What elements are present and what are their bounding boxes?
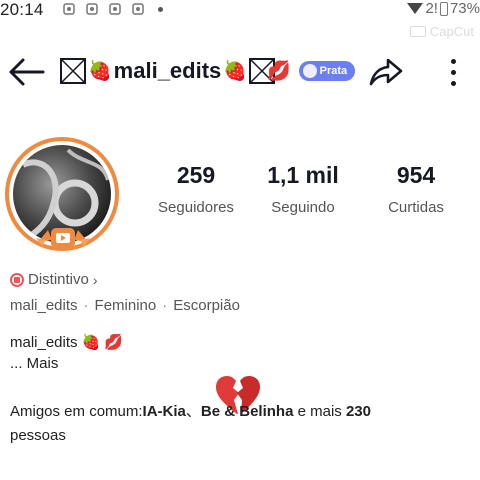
more-notifications-dot: [158, 7, 163, 12]
friend-name: Be & Belinha: [200, 403, 294, 420]
friend-separator: 、: [185, 403, 201, 420]
sticker-frame-icon: [60, 58, 86, 84]
notification-icon: [108, 3, 121, 16]
more-dot-icon: [450, 80, 456, 86]
level-badge[interactable]: Prata: [298, 61, 356, 81]
lips-icon: 💋: [266, 60, 291, 82]
notification-icon: [62, 3, 75, 16]
chevron-right-icon: ›: [92, 271, 98, 288]
bio-more-link[interactable]: ... Mais: [10, 355, 58, 372]
meta-username: mali_edits: [10, 297, 78, 314]
meta-separator: ·: [162, 297, 168, 314]
stat-value: 954: [396, 162, 436, 188]
back-arrow-icon: [9, 58, 45, 86]
meta-gender: Feminino: [94, 297, 157, 314]
share-icon: [369, 58, 403, 86]
stat-value: 259: [176, 162, 216, 188]
battery-text: 73%: [449, 0, 480, 17]
stat-label: Seguindo: [271, 199, 335, 216]
strawberry-icon: 🍓: [88, 60, 112, 82]
mutual-friends[interactable]: Amigos em comum:IA-Kia、Be & Belinha e ma…: [10, 400, 470, 448]
badge-icon: [302, 64, 317, 78]
status-bar: 20:14 2! 73%: [0, 0, 480, 22]
status-right: 2! 73%: [407, 0, 480, 17]
header-title: 🍓 mali_edits 🍓 💋 Prata: [58, 56, 356, 86]
stat-label: Seguidores: [158, 199, 234, 216]
live-badge-icon: [36, 228, 90, 248]
stat-followers[interactable]: 259 Seguidores: [146, 162, 246, 216]
capcut-logo-icon: [409, 26, 426, 37]
notification-icon: [131, 3, 144, 16]
friends-count: 230: [345, 403, 371, 420]
profile-avatar[interactable]: [4, 136, 122, 256]
watermark-text: CapCut: [429, 24, 474, 39]
notification-icons: [62, 3, 163, 16]
profile-meta: mali_edits · Feminino · Escorpião: [10, 297, 240, 314]
notification-icon: [85, 3, 98, 16]
meta-sign: Escorpião: [173, 297, 240, 314]
bio-text: mali_edits 🍓 💋: [10, 333, 124, 352]
friends-mid: e mais: [293, 403, 346, 420]
bio-emojis: 🍓 💋: [81, 334, 124, 351]
badge-label: Prata: [319, 65, 348, 77]
more-options-button[interactable]: [438, 50, 468, 94]
status-time: 20:14: [0, 0, 44, 19]
friend-name: IA-Kia: [142, 403, 186, 420]
stat-following[interactable]: 1,1 mil Seguindo: [253, 162, 353, 216]
battery-icon: [439, 1, 448, 16]
meta-separator: ·: [83, 297, 89, 314]
more-dot-icon: [450, 58, 456, 64]
distintivo-icon: [10, 272, 24, 287]
friends-prefix: Amigos em comum:: [10, 403, 143, 420]
stat-label: Curtidas: [388, 199, 444, 216]
stat-likes[interactable]: 954 Curtidas: [366, 162, 466, 216]
friends-suffix: pessoas: [10, 427, 66, 444]
strawberry-icon: 🍓: [223, 60, 247, 82]
distintivo-label: Distintivo: [28, 271, 89, 288]
wifi-icon: [407, 3, 424, 14]
profile-header: 🍓 mali_edits 🍓 💋 Prata: [0, 44, 480, 98]
capcut-watermark: CapCut: [409, 24, 474, 39]
more-dot-icon: [450, 69, 456, 75]
bio-line-text: mali_edits: [10, 333, 78, 351]
distintivo-link[interactable]: Distintivo ›: [10, 271, 98, 288]
signal-text: 2!: [425, 0, 438, 17]
stat-value: 1,1 mil: [267, 162, 339, 188]
back-button[interactable]: [6, 52, 46, 92]
share-button[interactable]: [364, 50, 408, 94]
profile-username: mali_edits: [113, 58, 222, 83]
